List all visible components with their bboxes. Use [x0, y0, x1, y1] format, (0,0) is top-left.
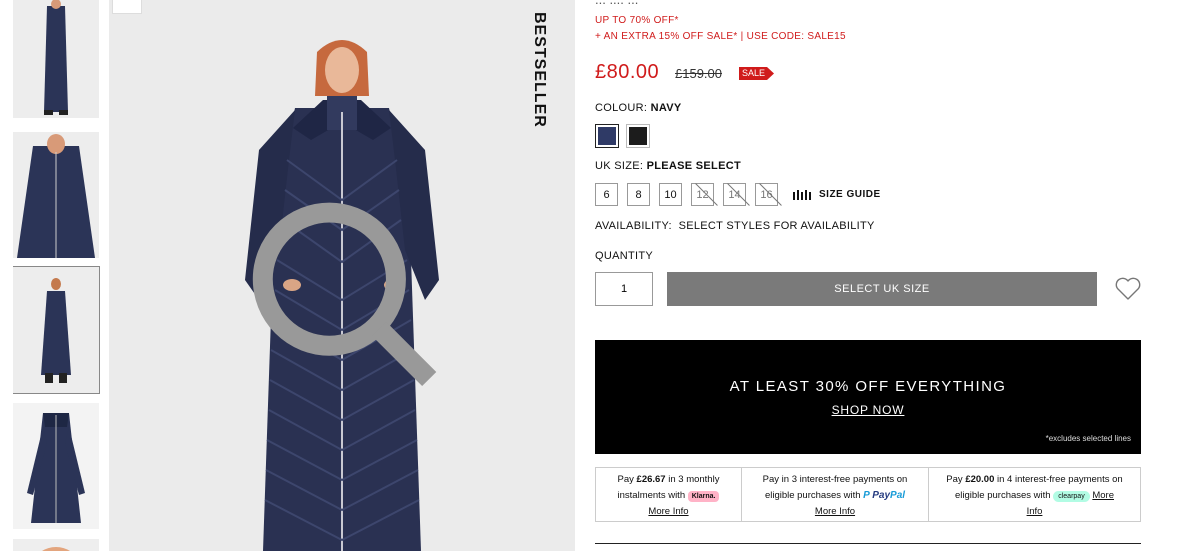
swatch-black[interactable]: [626, 124, 650, 148]
product-title-partial: ... .... ...: [595, 0, 638, 7]
thumbnail-5[interactable]: [13, 539, 99, 551]
availability-row: AVAILABILITY: SELECT STYLES FOR AVAILABI…: [595, 220, 875, 232]
size-option-6[interactable]: 6: [595, 183, 618, 206]
availability-label: AVAILABILITY:: [595, 220, 672, 232]
zoom-button[interactable]: [112, 0, 437, 387]
klarna-logo: Klarna.: [687, 491, 720, 502]
thumbnail-3[interactable]: [13, 266, 100, 394]
size-option-12[interactable]: 12: [691, 183, 714, 206]
klarna-amount: £26.67: [636, 474, 666, 485]
clearpay-pre: Pay: [946, 474, 966, 485]
current-price: £80.00: [595, 61, 660, 83]
clearpay-mid: in 4 interest-free payments on: [994, 474, 1123, 485]
paypal-line1: Pay in 3 interest-free payments on: [762, 474, 908, 485]
paypal-option: Pay in 3 interest-free payments on eligi…: [741, 468, 928, 521]
colour-selected-value: NAVY: [650, 102, 682, 114]
clearpay-amount: £20.00: [965, 474, 995, 485]
size-prompt: PLEASE SELECT: [646, 160, 741, 172]
thumbnail-2[interactable]: [13, 132, 99, 258]
size-option-16[interactable]: 16: [755, 183, 778, 206]
colour-label-text: COLOUR:: [595, 102, 648, 114]
swatch-navy[interactable]: [595, 124, 619, 148]
promo-line-1: UP TO 70% OFF*: [595, 15, 679, 26]
klarna-more-info-link[interactable]: More Info: [648, 506, 688, 517]
wishlist-button[interactable]: [1114, 276, 1142, 302]
paypal-brand-b: Pal: [890, 490, 906, 501]
sale-tag: SALE: [739, 67, 775, 80]
promo-banner[interactable]: AT LEAST 30% OFF EVERYTHING SHOP NOW *ex…: [595, 340, 1141, 454]
banner-footnote: *excludes selected lines: [1045, 434, 1131, 443]
klarna-option: Pay £26.67 in 3 monthly instalments with…: [596, 468, 741, 521]
size-option-10[interactable]: 10: [659, 183, 682, 206]
colour-label: COLOUR: NAVY: [595, 102, 682, 114]
availability-value: SELECT STYLES FOR AVAILABILITY: [678, 220, 875, 232]
size-option-14[interactable]: 14: [723, 183, 746, 206]
clearpay-line2: eligible purchases with: [955, 490, 1054, 501]
bestseller-badge: BESTSELLER: [531, 12, 548, 128]
original-price: £159.00: [675, 66, 722, 81]
paypal-brand-a: Pay: [872, 490, 891, 501]
section-divider: [595, 543, 1141, 544]
size-option-8[interactable]: 8: [627, 183, 650, 206]
thumbnail-gallery: [13, 0, 100, 551]
thumbnail-1[interactable]: [13, 0, 99, 118]
payment-options: Pay £26.67 in 3 monthly instalments with…: [595, 467, 1141, 522]
heart-icon: [1115, 277, 1141, 300]
magnify-icon: [252, 202, 437, 387]
paypal-more-info-link[interactable]: More Info: [815, 506, 855, 517]
clearpay-option: Pay £20.00 in 4 interest-free payments o…: [928, 468, 1140, 521]
klarna-pre: Pay: [617, 474, 637, 485]
size-label-text: UK SIZE:: [595, 160, 644, 172]
quantity-label: QUANTITY: [595, 250, 654, 262]
paypal-logo: P PayPal: [863, 490, 906, 501]
size-guide-label: SIZE GUIDE: [819, 189, 881, 200]
shop-now-link[interactable]: SHOP NOW: [595, 403, 1141, 417]
size-guide-link[interactable]: SIZE GUIDE: [793, 189, 881, 200]
clearpay-logo: clearpay: [1053, 491, 1090, 502]
clearpay-info-link[interactable]: Info: [1027, 506, 1043, 517]
promo-line-2: + AN EXTRA 15% OFF SALE* | USE CODE: SAL…: [595, 31, 846, 42]
klarna-mid: in 3 monthly: [665, 474, 720, 485]
size-label: UK SIZE: PLEASE SELECT: [595, 160, 741, 172]
quantity-input[interactable]: [595, 272, 653, 306]
main-product-image: [109, 0, 575, 551]
ruler-bars-icon: [793, 189, 811, 200]
select-size-button[interactable]: SELECT UK SIZE: [667, 272, 1097, 306]
paypal-line2: eligible purchases with: [764, 490, 864, 501]
clearpay-more-link[interactable]: More: [1092, 490, 1114, 501]
thumbnail-4[interactable]: [13, 403, 99, 529]
klarna-line2: instalments with: [617, 490, 688, 501]
banner-headline: AT LEAST 30% OFF EVERYTHING: [729, 378, 1007, 395]
